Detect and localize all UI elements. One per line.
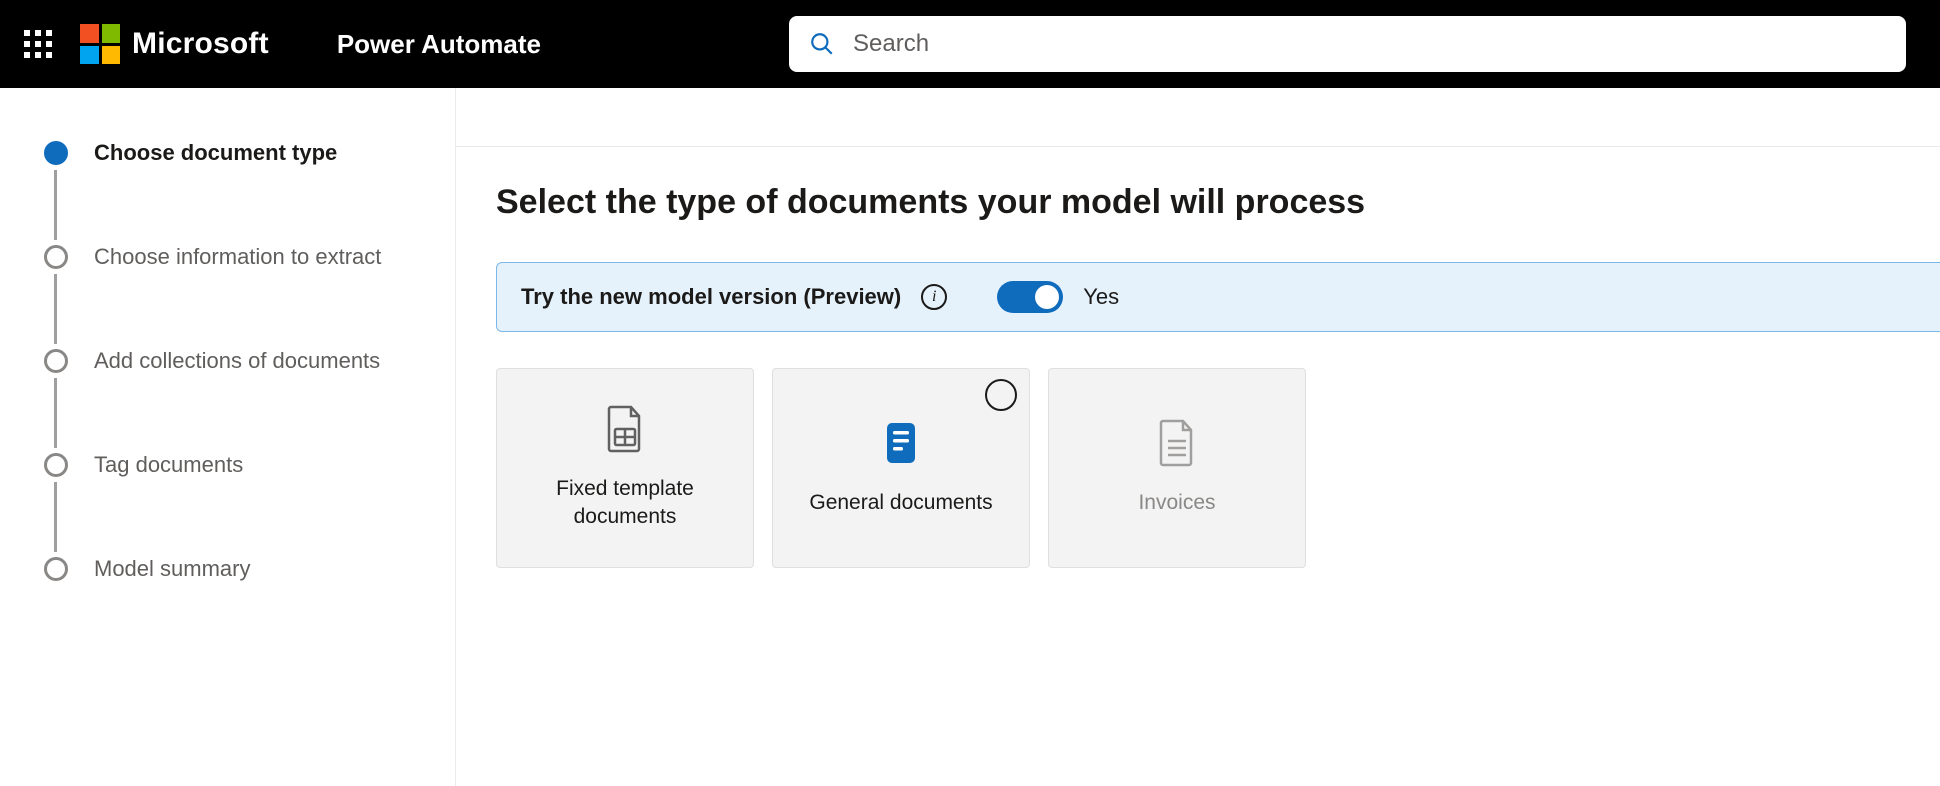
step-tag-documents[interactable]: Tag documents xyxy=(44,448,425,482)
page-title: Select the type of documents your model … xyxy=(496,183,1940,222)
app-header: Microsoft Power Automate xyxy=(0,0,1940,88)
invoice-doc-icon xyxy=(1155,419,1199,467)
step-connector xyxy=(54,274,57,344)
search-input[interactable] xyxy=(853,30,1886,58)
app-name: Power Automate xyxy=(337,29,541,60)
card-general-documents[interactable]: General documents xyxy=(772,368,1030,568)
banner-label: Try the new model version (Preview) xyxy=(521,284,901,310)
template-doc-icon xyxy=(603,405,647,453)
microsoft-logo-icon xyxy=(80,24,120,64)
step-indicator-icon xyxy=(44,557,68,581)
card-invoices[interactable]: Invoices xyxy=(1048,368,1306,568)
preview-banner: Try the new model version (Preview) i Ye… xyxy=(496,262,1940,332)
microsoft-logo: Microsoft xyxy=(80,24,269,64)
info-icon[interactable]: i xyxy=(921,284,947,310)
toggle-state-label: Yes xyxy=(1083,284,1119,310)
wizard-sidebar: Choose document type Choose information … xyxy=(0,88,456,786)
document-type-cards: Fixed template documents General documen… xyxy=(496,368,1940,568)
card-fixed-template[interactable]: Fixed template documents xyxy=(496,368,754,568)
card-label: General documents xyxy=(809,489,992,517)
step-indicator-icon xyxy=(44,349,68,373)
step-connector xyxy=(54,378,57,448)
step-label: Choose information to extract xyxy=(94,244,381,270)
step-label: Choose document type xyxy=(94,140,337,166)
step-model-summary[interactable]: Model summary xyxy=(44,552,425,586)
step-choose-document-type[interactable]: Choose document type xyxy=(44,136,425,170)
main-content: Select the type of documents your model … xyxy=(456,88,1940,786)
step-choose-information[interactable]: Choose information to extract xyxy=(44,240,425,274)
step-indicator-icon xyxy=(44,141,68,165)
step-label: Tag documents xyxy=(94,452,243,478)
step-label: Add collections of documents xyxy=(94,348,380,374)
step-indicator-icon xyxy=(44,453,68,477)
microsoft-wordmark: Microsoft xyxy=(132,27,269,61)
search-icon xyxy=(809,31,835,57)
step-connector xyxy=(54,482,57,552)
search-box[interactable] xyxy=(789,16,1906,72)
toggle-knob-icon xyxy=(1035,285,1059,309)
step-indicator-icon xyxy=(44,245,68,269)
app-launcher-icon[interactable] xyxy=(24,30,52,58)
step-connector xyxy=(54,170,57,240)
general-doc-icon xyxy=(879,419,923,467)
card-label: Invoices xyxy=(1138,489,1215,517)
step-add-collections[interactable]: Add collections of documents xyxy=(44,344,425,378)
preview-toggle[interactable] xyxy=(997,281,1063,313)
card-label: Fixed template documents xyxy=(509,475,741,532)
step-label: Model summary xyxy=(94,556,250,582)
